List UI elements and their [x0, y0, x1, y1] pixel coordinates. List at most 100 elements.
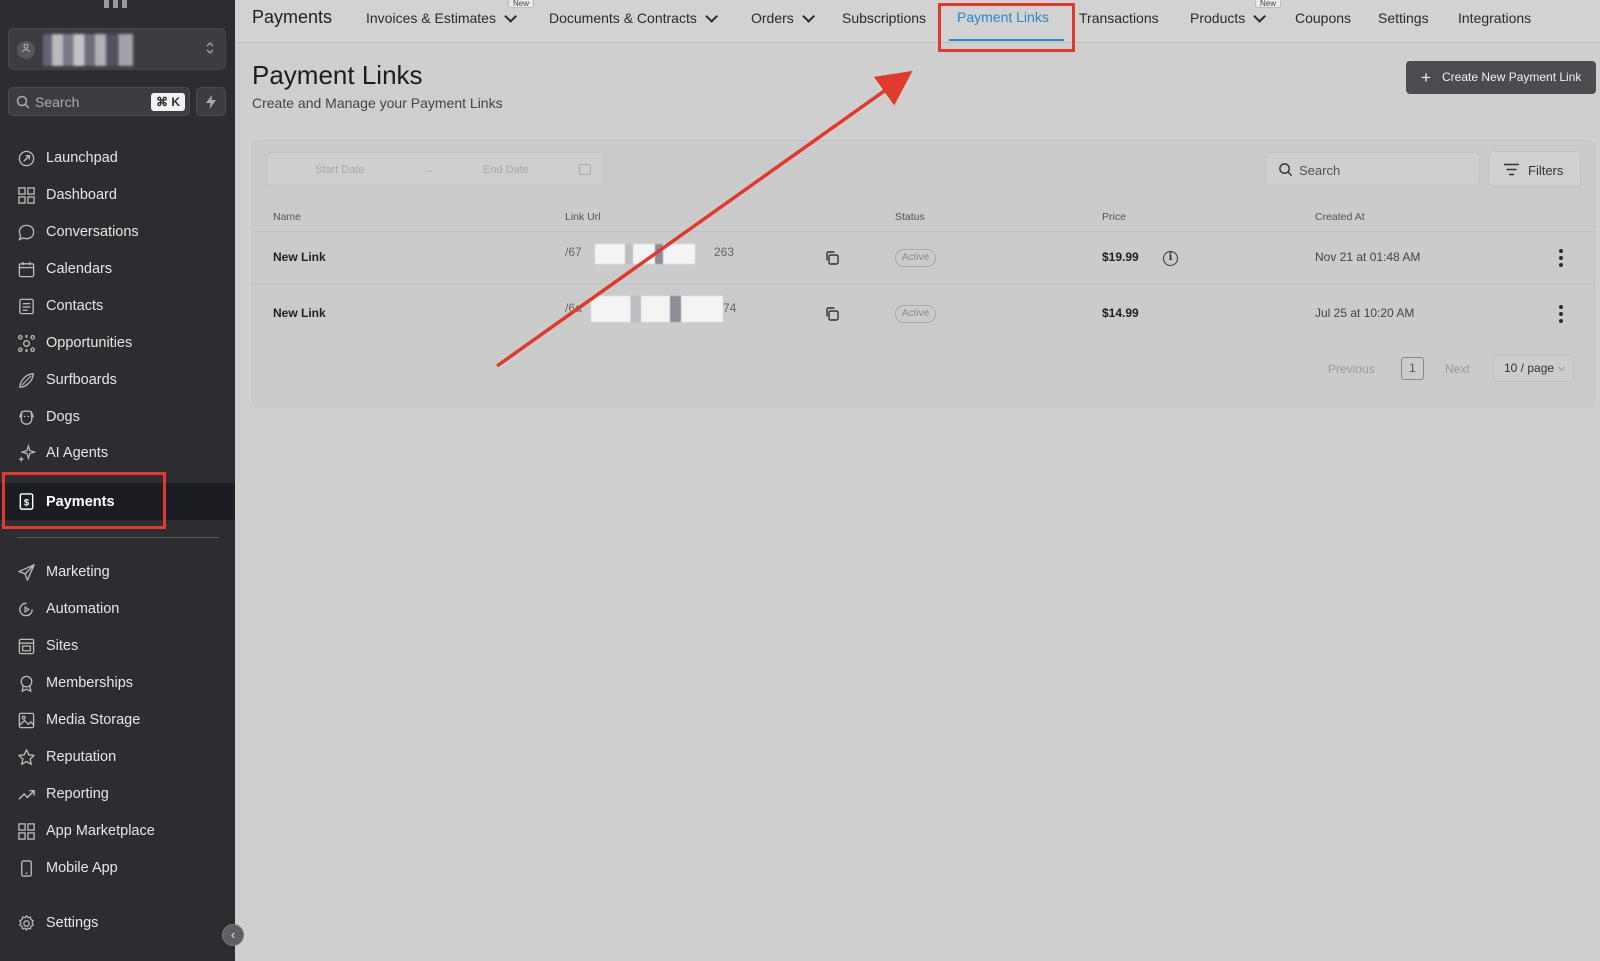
sidebar-item-contacts[interactable]: Contacts [0, 290, 235, 322]
annotation-highlight-sidebar [2, 472, 166, 529]
chevron-down-icon [504, 10, 517, 23]
sidebar-item-ai-agents[interactable]: AI Agents [0, 437, 235, 469]
calendar-icon [18, 261, 35, 278]
previous-page-button[interactable]: Previous [1328, 362, 1375, 376]
link-name: New Link [273, 306, 326, 320]
sidebar-search-placeholder: Search [35, 94, 80, 110]
sidebar-item-opportunities[interactable]: Opportunities [0, 327, 235, 359]
sidebar-item-media-storage[interactable]: Media Storage [0, 704, 235, 736]
surfboard-icon [19, 373, 34, 388]
sidebar-item-label: Memberships [46, 675, 134, 691]
page-size-label: 10 / page [1504, 361, 1555, 375]
annotation-highlight-tab [938, 3, 1075, 52]
sidebar-search-input[interactable]: Search ⌘ K [8, 87, 190, 116]
search-icon [1279, 163, 1293, 177]
page-subtitle: Create and Manage your Payment Links [252, 95, 503, 111]
table-search-placeholder: Search [1299, 163, 1341, 178]
start-date-placeholder: Start Date [315, 164, 365, 176]
create-payment-link-button[interactable]: + Create New Payment Link [1406, 61, 1596, 94]
page-number-button[interactable]: 1 [1401, 357, 1424, 380]
automation-icon [19, 602, 33, 617]
more-options-icon[interactable] [1559, 305, 1563, 323]
tab-subscriptions[interactable]: Subscriptions [842, 10, 926, 26]
tab-orders[interactable]: Orders [751, 10, 815, 26]
bolt-icon [206, 95, 216, 109]
sidebar-item-reputation[interactable]: Reputation [0, 741, 235, 773]
chevron-down-icon [705, 10, 718, 23]
gear-icon [19, 915, 34, 931]
sidebar-item-app-marketplace[interactable]: App Marketplace [0, 815, 235, 847]
tab-coupons[interactable]: Coupons [1295, 10, 1351, 26]
filter-icon [1504, 163, 1519, 176]
grid-icon [18, 823, 35, 840]
column-header-link-url: Link Url [565, 211, 601, 223]
sidebar-item-sites[interactable]: Sites [0, 630, 235, 662]
sidebar-item-dogs[interactable]: Dogs [0, 401, 235, 433]
tab-settings[interactable]: Settings [1378, 10, 1429, 26]
sidebar-item-reporting[interactable]: Reporting [0, 778, 235, 810]
sidebar-item-memberships[interactable]: Memberships [0, 667, 235, 699]
badge-icon [20, 675, 33, 693]
sidebar-item-label: Opportunities [46, 335, 133, 351]
sidebar-item-calendars[interactable]: Calendars [0, 253, 235, 285]
page-size-select[interactable]: 10 / page [1493, 355, 1574, 382]
section-title: Payments [252, 7, 333, 27]
sidebar-item-label: Marketing [46, 564, 110, 580]
launchpad-icon [18, 150, 35, 167]
info-icon[interactable]: i [1163, 251, 1178, 266]
phone-icon [21, 860, 32, 877]
column-header-created-at: Created At [1315, 211, 1365, 223]
sidebar-item-label: Dogs [46, 409, 80, 425]
tab-products[interactable]: Products [1190, 10, 1267, 26]
link-url-redacted [591, 296, 723, 322]
tab-label: Orders [751, 10, 794, 26]
tab-transactions[interactable]: Transactions [1079, 10, 1159, 26]
link-url-start: /6a [565, 301, 582, 315]
account-avatar-icon [17, 41, 35, 59]
sidebar-item-label: Reputation [46, 749, 117, 765]
sidebar-item-label: Dashboard [46, 187, 117, 203]
link-url-redacted [595, 244, 695, 264]
tab-integrations[interactable]: Integrations [1458, 10, 1531, 26]
sidebar-item-label: Surfboards [46, 372, 117, 388]
tab-label: Integrations [1458, 10, 1532, 26]
sidebar-item-automation[interactable]: Automation [0, 593, 235, 625]
next-page-button[interactable]: Next [1445, 362, 1470, 376]
sidebar-item-label: AI Agents [46, 445, 109, 461]
tab-label: Products [1190, 10, 1246, 26]
calendar-icon [579, 164, 591, 175]
chevron-left-icon: ‹ [230, 927, 236, 942]
link-created-at: Nov 21 at 01:48 AM [1315, 250, 1421, 264]
dog-icon [19, 410, 34, 425]
sidebar-item-label: Launchpad [46, 150, 118, 166]
sidebar-item-dashboard[interactable]: Dashboard [0, 179, 235, 211]
row-divider [253, 284, 1596, 285]
date-range-picker[interactable]: Start Date → End Date [266, 152, 604, 186]
filters-button[interactable]: Filters [1488, 151, 1581, 187]
new-badge: New [508, 0, 535, 8]
sidebar-item-label: Settings [46, 915, 99, 931]
copy-icon[interactable] [824, 250, 840, 266]
sidebar-item-label: Sites [46, 638, 79, 654]
app-logo [104, 0, 130, 8]
tab-documents-contracts[interactable]: Documents & Contracts [549, 10, 718, 26]
create-button-label: Create New Payment Link [1442, 70, 1582, 84]
sidebar-item-marketing[interactable]: Marketing [0, 556, 235, 588]
tab-invoices-estimates[interactable]: Invoices & Estimates [366, 10, 517, 26]
copy-icon[interactable] [824, 306, 840, 322]
sidebar-item-surfboards[interactable]: Surfboards [0, 364, 235, 396]
sidebar-item-label: App Marketplace [46, 823, 155, 839]
link-url-start: /67 [565, 245, 582, 259]
quick-actions-button[interactable] [196, 87, 226, 116]
sidebar-collapse-button[interactable]: ‹ [222, 924, 244, 946]
account-switcher[interactable] [8, 28, 226, 70]
sidebar-item-mobile-app[interactable]: Mobile App [0, 852, 235, 884]
more-options-icon[interactable] [1559, 249, 1563, 267]
sidebar-item-conversations[interactable]: Conversations [0, 216, 235, 248]
sidebar-item-launchpad[interactable]: Launchpad [0, 142, 235, 174]
sidebar-item-settings[interactable]: Settings [0, 907, 235, 939]
sidebar-item-label: Calendars [46, 261, 113, 277]
tab-label: Settings [1378, 10, 1429, 26]
table-search-input[interactable]: Search [1265, 152, 1480, 186]
star-icon [18, 749, 35, 766]
